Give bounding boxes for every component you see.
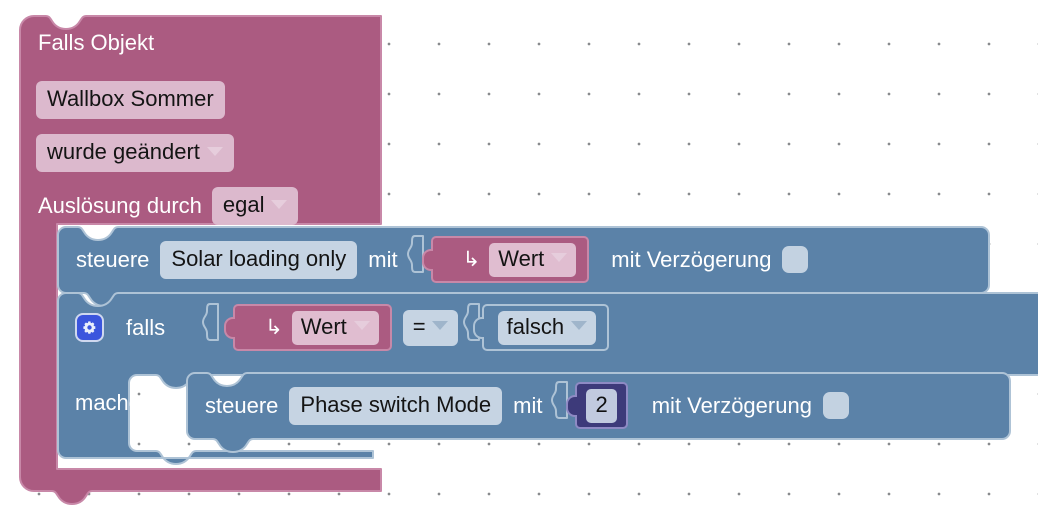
control-outer-verb: steuere bbox=[76, 246, 150, 272]
do-label: mache bbox=[75, 390, 142, 415]
blockly-workspace[interactable]: Falls Objekt Wallbox Sommer wurde geände… bbox=[0, 0, 1038, 530]
steuere-solar-loading-only[interactable]: steuere Solar loading only mit ↳ Wert mi… bbox=[57, 226, 990, 307]
value-socket bbox=[551, 381, 569, 429]
chevron-down-icon bbox=[206, 146, 223, 156]
control-inner-value-number[interactable]: 2 bbox=[586, 388, 617, 423]
event-trigger-field-label: wurde geändert bbox=[47, 139, 200, 164]
event-title: Falls Objekt bbox=[38, 30, 155, 55]
chevron-down-icon bbox=[431, 321, 448, 330]
event-object-field[interactable]: Wallbox Sommer bbox=[36, 81, 225, 119]
condition-operator-field[interactable]: = bbox=[402, 309, 458, 346]
condition-left-variable-block[interactable]: ↳ Wert bbox=[224, 304, 392, 351]
control-outer-value-variable-name: Wert bbox=[498, 245, 545, 271]
condition-right-boolean-field[interactable]: falsch bbox=[497, 310, 597, 345]
condition-left-variable-name: Wert bbox=[300, 313, 347, 339]
control-outer-delay-checkbox[interactable] bbox=[782, 246, 809, 273]
event-object-row[interactable]: Wallbox Sommer bbox=[36, 81, 225, 119]
variable-arrow-icon: ↳ bbox=[265, 315, 283, 339]
control-outer-value-variable-field[interactable]: Wert bbox=[489, 242, 577, 277]
condition-right-boolean-block[interactable]: falsch bbox=[472, 304, 610, 351]
if-condition-row: falls ↳ Wert = falsch bbox=[75, 303, 610, 351]
condition-left-variable-field[interactable]: Wert bbox=[291, 310, 379, 345]
variable-arrow-icon: ↳ bbox=[462, 247, 481, 271]
event-trigger-field[interactable]: wurde geändert bbox=[36, 134, 234, 172]
condition-socket bbox=[202, 303, 220, 351]
steuere-phase-switch-mode[interactable]: steuere Phase switch Mode mit 2 mit Verz… bbox=[186, 372, 1011, 453]
control-inner-row: steuere Phase switch Mode mit 2 mit Verz… bbox=[205, 381, 849, 429]
control-outer-delay-label: mit Verzögerung bbox=[611, 246, 772, 272]
event-trigger-row[interactable]: wurde geändert bbox=[36, 134, 234, 172]
control-outer-target-field[interactable]: Solar loading only bbox=[160, 240, 358, 279]
chevron-down-icon bbox=[271, 199, 288, 209]
control-inner-value-number-block[interactable]: 2 bbox=[566, 382, 628, 429]
do-label-row: mache bbox=[75, 392, 141, 414]
chevron-down-icon bbox=[353, 321, 370, 330]
if-label: falls bbox=[126, 314, 166, 340]
chevron-down-icon bbox=[571, 321, 588, 330]
control-inner-delay-checkbox[interactable] bbox=[822, 392, 849, 419]
control-inner-delay-label: mit Verzögerung bbox=[651, 392, 812, 418]
event-title-row: Falls Objekt bbox=[38, 32, 154, 54]
control-inner-target-field[interactable]: Phase switch Mode bbox=[289, 386, 503, 425]
event-trigger-source-row[interactable]: Auslösung durch egal bbox=[38, 187, 299, 225]
condition-operator-symbol: = bbox=[412, 313, 426, 339]
control-inner-with-label: mit bbox=[513, 392, 543, 418]
event-trigger-source-field[interactable]: egal bbox=[211, 187, 299, 225]
gear-icon[interactable] bbox=[75, 313, 104, 342]
control-outer-with-label: mit bbox=[368, 246, 398, 272]
condition-right-boolean-value: falsch bbox=[506, 313, 565, 339]
event-trigger-source-label: Auslösung durch bbox=[38, 193, 202, 218]
control-outer-value-variable-block[interactable]: ↳ Wert bbox=[421, 236, 590, 283]
comparison-block[interactable]: ↳ Wert = falsch bbox=[224, 303, 610, 351]
control-outer-row: steuere Solar loading only mit ↳ Wert mi… bbox=[76, 235, 809, 283]
value-socket bbox=[406, 235, 424, 283]
event-trigger-source-value: egal bbox=[222, 192, 265, 217]
chevron-down-icon bbox=[551, 253, 568, 262]
control-inner-verb: steuere bbox=[205, 392, 279, 418]
